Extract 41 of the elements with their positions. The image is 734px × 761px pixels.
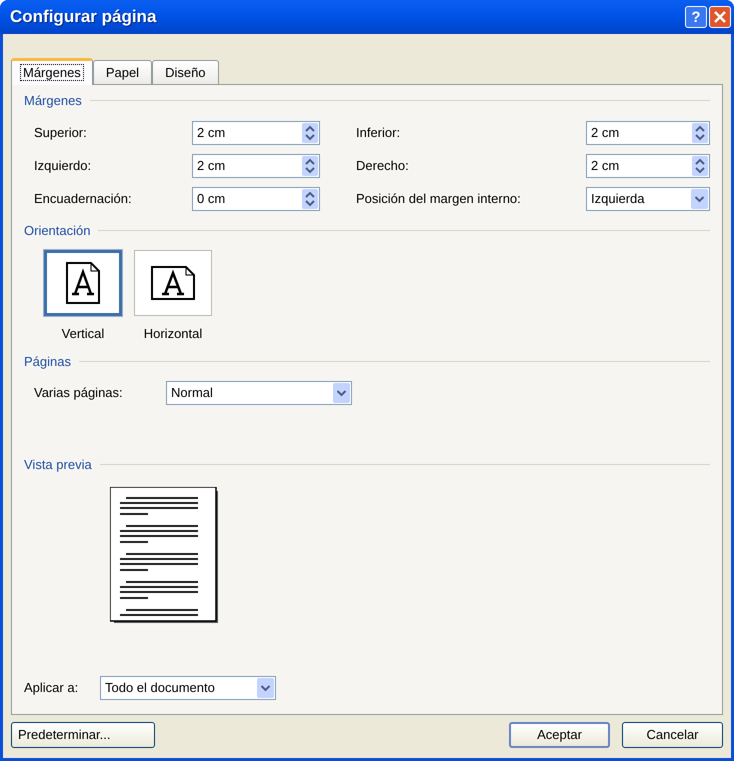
spinner-field[interactable]: 2 cm bbox=[192, 120, 320, 144]
field-label: Aplicar a: bbox=[24, 679, 80, 698]
cancel-button[interactable]: Cancelar bbox=[622, 722, 723, 748]
close-icon bbox=[714, 11, 726, 23]
field-label: Izquierdo: bbox=[34, 156, 92, 175]
tab[interactable]: Márgenes bbox=[11, 58, 93, 85]
spinner-arrows-icon[interactable] bbox=[302, 122, 318, 142]
group-title: Páginas bbox=[24, 352, 71, 371]
spinner-field[interactable]: 2 cm bbox=[586, 154, 710, 178]
orientation-option[interactable] bbox=[44, 250, 122, 316]
orientation-option[interactable] bbox=[134, 250, 212, 316]
window-title: Configurar página bbox=[10, 6, 156, 28]
field-label: Superior: bbox=[34, 124, 88, 142]
spinner-arrows-icon[interactable] bbox=[302, 156, 318, 176]
spinner-arrows-icon[interactable] bbox=[692, 122, 708, 142]
dropdown-field[interactable]: Izquierda bbox=[586, 186, 710, 210]
spinner-arrows-icon[interactable] bbox=[302, 188, 318, 208]
option-label: Horizontal bbox=[144, 325, 202, 343]
dropdown-field[interactable]: Todo el documento bbox=[100, 676, 276, 700]
group-title: Vista previa bbox=[24, 456, 92, 474]
field-label: Varias páginas: bbox=[34, 384, 124, 402]
spinner-arrows-icon[interactable] bbox=[692, 156, 708, 176]
field-label: Encuadernación: bbox=[34, 190, 133, 208]
help-button[interactable]: ? bbox=[685, 6, 707, 28]
field-label: Posición del margen interno: bbox=[356, 190, 522, 208]
portrait-page-icon bbox=[65, 261, 101, 305]
option-label: Vertical bbox=[62, 325, 104, 343]
field-label: Derecho: bbox=[356, 156, 410, 175]
default-button[interactable]: Predeterminar... bbox=[11, 722, 155, 748]
tab[interactable]: Diseño bbox=[152, 60, 219, 84]
spinner-field[interactable]: 0 cm bbox=[192, 186, 320, 210]
ok-button[interactable]: Aceptar bbox=[509, 722, 610, 748]
spinner-field[interactable]: 2 cm bbox=[586, 120, 710, 144]
tab[interactable]: Papel bbox=[92, 60, 152, 84]
field-label: Inferior: bbox=[356, 124, 402, 142]
close-button[interactable] bbox=[709, 6, 731, 28]
spinner-field[interactable]: 2 cm bbox=[192, 154, 320, 178]
group-title: Orientación bbox=[24, 222, 90, 240]
dropdown-field[interactable]: Normal bbox=[166, 381, 352, 405]
landscape-page-icon bbox=[150, 265, 196, 301]
group-title: Márgenes bbox=[24, 92, 82, 110]
